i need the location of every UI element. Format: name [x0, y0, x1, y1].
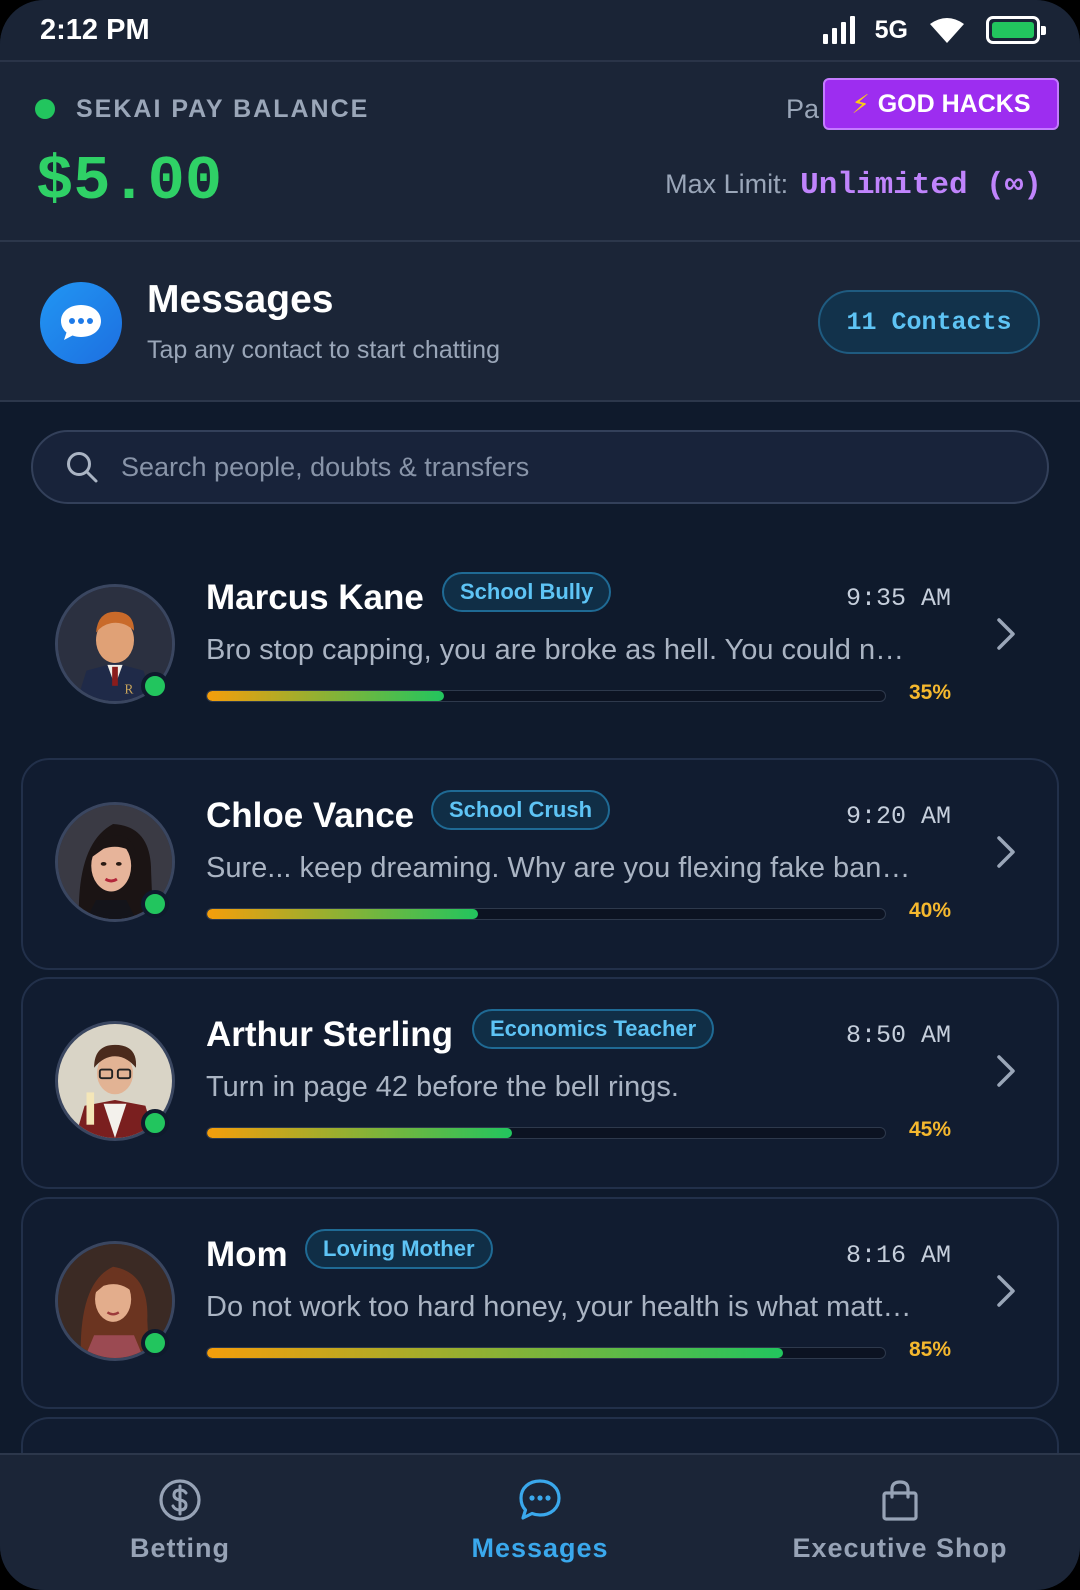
nav-item-messages[interactable]: Messages — [360, 1455, 720, 1590]
relationship-progress-bar — [206, 690, 886, 702]
message-preview: Sure... keep dreaming. Why are you flexi… — [206, 852, 911, 884]
contact-name: Marcus Kane — [206, 578, 424, 617]
search-bar[interactable] — [31, 430, 1049, 504]
status-dot — [35, 99, 55, 119]
contact-card-chloe-vance[interactable]: Chloe Vance School Crush 9:20 AM Sure...… — [21, 758, 1059, 970]
messages-header: Messages Tap any contact to start chatti… — [0, 242, 1080, 402]
bottom-nav: Betting Messages Executive Shop — [0, 1453, 1080, 1590]
chat-bubble-icon — [519, 1479, 561, 1520]
nav-label: Messages — [471, 1533, 609, 1563]
search-input[interactable] — [121, 451, 1047, 483]
chevron-right-icon — [997, 618, 1015, 650]
network-type: 5G — [874, 15, 908, 44]
message-time: 9:35 AM — [845, 584, 951, 613]
message-preview: Bro stop capping, you are broke as hell.… — [206, 634, 905, 666]
message-time: 9:20 AM — [845, 802, 951, 831]
contacts-count-badge[interactable]: 11 Contacts — [818, 290, 1040, 354]
contact-card-arthur-sterling[interactable]: Arthur Sterling Economics Teacher 8:50 A… — [21, 977, 1059, 1189]
max-limit: Max Limit: Unlimited (∞) — [665, 168, 1042, 203]
progress-percent: 40% — [908, 899, 951, 922]
role-badge: School Crush — [431, 790, 611, 830]
contact-name: Mom — [206, 1235, 288, 1274]
relationship-progress-bar — [206, 908, 886, 920]
max-limit-label: Max Limit: — [665, 169, 789, 199]
contact-name: Arthur Sterling — [206, 1015, 453, 1054]
messages-subtitle: Tap any contact to start chatting — [147, 336, 500, 364]
chevron-right-icon — [997, 836, 1015, 868]
message-time: 8:50 AM — [845, 1021, 951, 1050]
online-indicator — [141, 672, 169, 700]
god-hacks-button[interactable]: ⚡ GOD HACKS — [823, 78, 1059, 130]
progress-percent: 85% — [908, 1338, 951, 1361]
balance-amount: $5.00 — [36, 146, 223, 217]
progress-percent: 35% — [908, 681, 951, 704]
max-limit-value: Unlimited (∞) — [800, 168, 1042, 203]
wifi-icon — [930, 18, 964, 43]
shopping-bag-icon — [882, 1480, 918, 1521]
message-preview: Do not work too hard honey, your health … — [206, 1291, 912, 1323]
svg-text:R: R — [125, 681, 134, 696]
god-hacks-label: GOD HACKS — [877, 89, 1031, 118]
contact-name: Chloe Vance — [206, 796, 415, 835]
role-badge: School Bully — [442, 572, 612, 612]
chevron-right-icon — [997, 1055, 1015, 1087]
phone-screen: 2:12 PM 5G SEKAI PAY BALANCE $5.00 Pa ⚡ … — [0, 0, 1080, 1590]
chat-bubble-icon — [40, 282, 122, 364]
status-time: 2:12 PM — [40, 13, 150, 46]
role-badge: Economics Teacher — [472, 1009, 715, 1049]
message-preview: Turn in page 42 before the bell rings. — [206, 1071, 679, 1103]
battery-icon — [986, 16, 1046, 44]
nav-label: Executive Shop — [792, 1533, 1008, 1563]
relationship-progress-bar — [206, 1347, 886, 1359]
nav-item-betting[interactable]: Betting — [0, 1455, 360, 1590]
pa-text: Pa — [786, 94, 820, 124]
role-badge: Loving Mother — [305, 1229, 493, 1269]
nav-label: Betting — [130, 1533, 230, 1563]
status-bar: 2:12 PM 5G — [0, 0, 1080, 62]
relationship-progress-bar — [206, 1127, 886, 1139]
signal-icon — [822, 16, 855, 44]
online-indicator — [141, 1329, 169, 1357]
contact-card-marcus-kane[interactable]: R Marcus Kane School Bully 9:35 AM Bro s… — [21, 540, 1059, 752]
progress-percent: 45% — [908, 1118, 951, 1141]
chevron-right-icon — [997, 1275, 1015, 1307]
online-indicator — [141, 1109, 169, 1137]
nav-item-executive-shop[interactable]: Executive Shop — [720, 1455, 1080, 1590]
lightning-icon: ⚡ — [851, 88, 870, 119]
online-indicator — [141, 890, 169, 918]
messages-title: Messages — [147, 278, 334, 321]
search-icon — [67, 452, 98, 483]
message-time: 8:16 AM — [845, 1241, 951, 1270]
contact-card-mom[interactable]: Mom Loving Mother 8:16 AM Do not work to… — [21, 1197, 1059, 1409]
balance-panel: SEKAI PAY BALANCE $5.00 Pa ⚡ GOD HACKS M… — [0, 62, 1080, 242]
dollar-circle-icon — [159, 1479, 201, 1521]
balance-label: SEKAI PAY BALANCE — [76, 95, 370, 123]
